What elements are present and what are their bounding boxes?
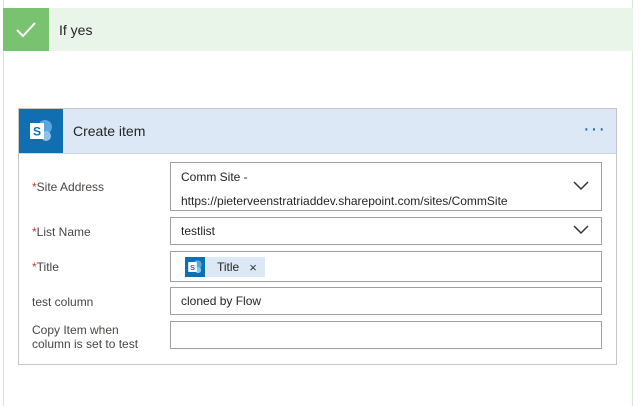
list-name-value: testlist [181, 224, 216, 238]
if-yes-header[interactable]: If yes [3, 8, 633, 51]
checkmark-icon [3, 8, 49, 51]
svg-text:S: S [33, 125, 41, 139]
site-address-label: *Site Address [32, 180, 104, 194]
more-options-button[interactable]: ··· [583, 119, 606, 139]
site-address-url: https://pieterveenstratriaddev.sharepoin… [181, 194, 508, 208]
svg-text:S: S [190, 263, 195, 272]
site-address-dropdown[interactable]: Comm Site - https://pieterveenstratriadd… [170, 162, 602, 211]
list-name-label: *List Name [32, 225, 91, 239]
title-input[interactable]: S Title × [170, 251, 602, 282]
title-label-text: Title [36, 260, 59, 274]
site-address-name: Comm Site - [181, 170, 248, 184]
copy-item-label-line1: Copy Item when [32, 323, 119, 337]
dynamic-content-token[interactable]: S Title × [185, 257, 265, 277]
sharepoint-icon: S [19, 109, 63, 153]
if-yes-label: If yes [59, 22, 93, 38]
token-label: Title [217, 260, 240, 274]
close-icon[interactable]: × [249, 260, 257, 275]
list-name-label-text: List Name [36, 225, 91, 239]
site-address-label-text: Site Address [36, 180, 105, 194]
title-label: *Title [32, 260, 59, 274]
chevron-down-icon[interactable] [573, 225, 589, 235]
action-title: Create item [73, 123, 146, 139]
list-name-dropdown[interactable]: testlist [170, 217, 602, 245]
action-header[interactable]: S Create item ··· [19, 109, 616, 154]
sharepoint-icon: S [185, 257, 205, 277]
create-item-action-card: S Create item ··· *Site Address Comm Sit… [18, 108, 617, 365]
copy-item-label: Copy Item when column is set to test [32, 323, 138, 351]
test-column-label: test column [32, 295, 94, 309]
copy-item-label-line2: column is set to test [32, 337, 139, 351]
chevron-down-icon[interactable] [573, 180, 589, 191]
copy-item-input[interactable] [170, 321, 602, 349]
test-column-input[interactable]: cloned by Flow [170, 287, 602, 315]
test-column-value: cloned by Flow [181, 294, 262, 308]
